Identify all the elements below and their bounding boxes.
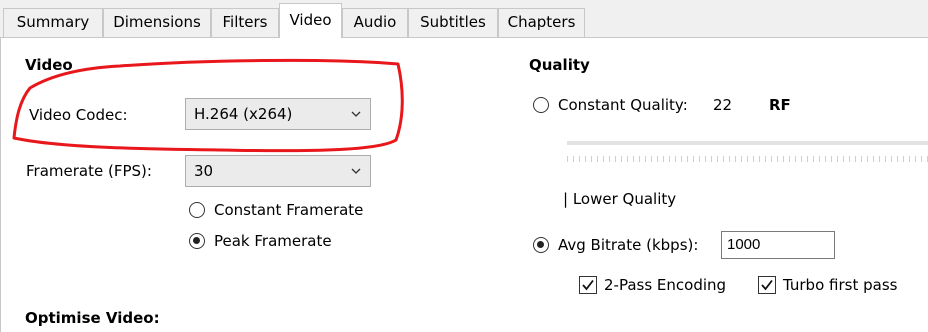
turbo-first-pass-option[interactable]: Turbo first pass xyxy=(758,274,897,296)
peak-framerate-option[interactable]: Peak Framerate xyxy=(189,230,332,252)
tab-subtitles[interactable]: Subtitles xyxy=(408,8,498,37)
avg-bitrate-input[interactable] xyxy=(721,231,835,259)
video-codec-value: H.264 (x264) xyxy=(194,105,293,123)
tab-summary[interactable]: Summary xyxy=(3,8,103,37)
quality-slider-ticks xyxy=(567,156,928,162)
two-pass-encoding-label: 2-Pass Encoding xyxy=(604,276,727,294)
framerate-value: 30 xyxy=(194,162,214,180)
constant-quality-value: 22 xyxy=(713,96,733,114)
tab-filters[interactable]: Filters xyxy=(211,8,279,37)
avg-bitrate-label: Avg Bitrate (kbps): xyxy=(558,236,699,254)
framerate-dropdown[interactable]: 30 xyxy=(185,155,371,187)
constant-quality-option[interactable]: Constant Quality: xyxy=(533,94,688,116)
tab-strip: Summary Dimensions Filters Video Audio S… xyxy=(0,0,928,38)
two-pass-encoding-option[interactable]: 2-Pass Encoding xyxy=(579,274,726,296)
radio-button-selected[interactable] xyxy=(189,233,205,249)
quality-slider-track[interactable] xyxy=(567,141,928,145)
lower-quality-label: | Lower Quality xyxy=(563,190,677,208)
checkbox-checked[interactable] xyxy=(758,276,776,294)
chevron-down-icon xyxy=(350,156,362,186)
radio-button[interactable] xyxy=(189,202,205,218)
constant-framerate-label: Constant Framerate xyxy=(214,201,364,219)
video-section-title: Video xyxy=(25,56,73,74)
tab-audio[interactable]: Audio xyxy=(342,8,408,37)
encoder-settings-window: Summary Dimensions Filters Video Audio S… xyxy=(0,0,928,332)
turbo-first-pass-label: Turbo first pass xyxy=(783,276,898,294)
framerate-label: Framerate (FPS): xyxy=(26,162,152,180)
optimise-video-title: Optimise Video: xyxy=(25,309,160,327)
chevron-down-icon xyxy=(350,99,362,129)
constant-framerate-option[interactable]: Constant Framerate xyxy=(189,199,363,221)
tab-chapters[interactable]: Chapters xyxy=(498,8,585,37)
peak-framerate-label: Peak Framerate xyxy=(214,232,332,250)
video-codec-dropdown[interactable]: H.264 (x264) xyxy=(185,98,371,130)
constant-quality-label: Constant Quality: xyxy=(558,96,688,114)
tab-dimensions[interactable]: Dimensions xyxy=(103,8,211,37)
tab-video[interactable]: Video xyxy=(279,3,342,38)
video-codec-label: Video Codec: xyxy=(29,106,128,124)
radio-button-selected[interactable] xyxy=(533,237,549,253)
avg-bitrate-option[interactable]: Avg Bitrate (kbps): xyxy=(533,234,698,256)
quality-section-title: Quality xyxy=(529,56,590,74)
checkbox-checked[interactable] xyxy=(579,276,597,294)
video-tab-panel: Video Video Codec: H.264 (x264) Framerat… xyxy=(0,37,928,332)
rf-unit-label: RF xyxy=(769,96,791,114)
radio-button[interactable] xyxy=(533,97,549,113)
